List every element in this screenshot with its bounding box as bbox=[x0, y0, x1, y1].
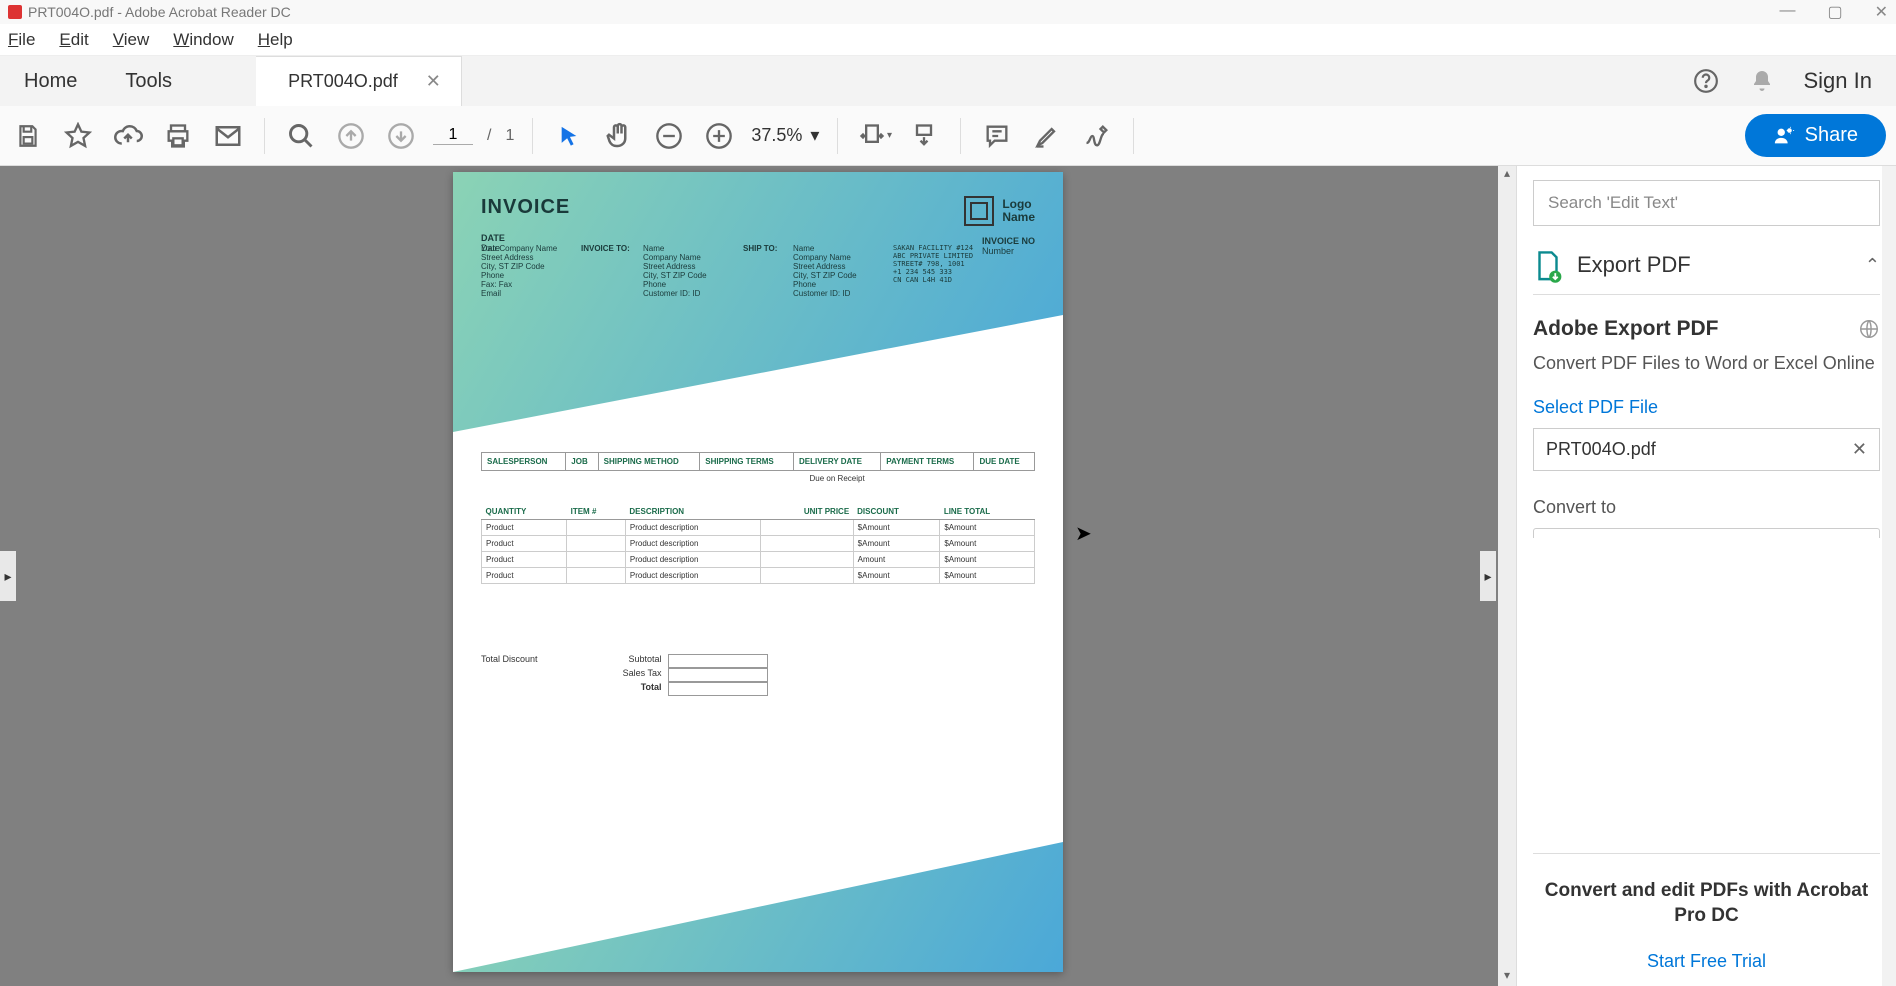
table-row: ProductProduct description$Amount$Amount bbox=[482, 536, 1035, 552]
page-down-icon[interactable] bbox=[383, 118, 419, 154]
table-row: ProductProduct description$Amount$Amount bbox=[482, 520, 1035, 536]
right-panel-toggle[interactable]: ▸ bbox=[1480, 551, 1496, 601]
logo-block: LogoName bbox=[964, 196, 1035, 226]
zoom-out-icon[interactable] bbox=[651, 118, 687, 154]
window-close-button[interactable]: ✕ bbox=[1875, 2, 1888, 22]
cursor-icon: ➤ bbox=[1075, 521, 1092, 546]
share-label: Share bbox=[1805, 124, 1858, 147]
clear-file-button[interactable]: ✕ bbox=[1852, 439, 1867, 460]
document-viewport[interactable]: ▸ ➤ INVOICE LogoName INVOICE NO Number D… bbox=[0, 166, 1516, 986]
page-current-input[interactable] bbox=[433, 126, 473, 145]
start-free-trial-link[interactable]: Start Free Trial bbox=[1533, 951, 1880, 972]
cloud-upload-icon[interactable] bbox=[110, 118, 146, 154]
save-icon[interactable] bbox=[10, 118, 46, 154]
selected-file-box[interactable]: PRT004O.pdf ✕ bbox=[1533, 428, 1880, 471]
section-title: Adobe Export PDF bbox=[1533, 317, 1858, 341]
menu-bar: File Edit View Window Help bbox=[0, 24, 1896, 56]
window-minimize-button[interactable]: — bbox=[1779, 2, 1795, 22]
export-pdf-title: Export PDF bbox=[1577, 252, 1851, 278]
scroll-down-icon[interactable]: ▾ bbox=[1498, 968, 1516, 986]
share-button[interactable]: Share bbox=[1745, 114, 1886, 157]
window-titlebar: PRT004O.pdf - Adobe Acrobat Reader DC — … bbox=[0, 0, 1896, 24]
section-description: Convert PDF Files to Word or Excel Onlin… bbox=[1533, 351, 1880, 375]
tab-file[interactable]: PRT004O.pdf ✕ bbox=[256, 56, 462, 106]
highlight-icon[interactable] bbox=[1029, 118, 1065, 154]
document-scrollbar[interactable]: ▴ ▾ bbox=[1498, 166, 1516, 986]
tab-tools[interactable]: Tools bbox=[101, 56, 196, 106]
print-icon[interactable] bbox=[160, 118, 196, 154]
window-title: PRT004O.pdf - Adobe Acrobat Reader DC bbox=[28, 4, 1779, 20]
star-icon[interactable] bbox=[60, 118, 96, 154]
tools-side-panel: Search 'Edit Text' Export PDF ⌃ Adobe Ex… bbox=[1516, 166, 1896, 986]
menu-window[interactable]: Window bbox=[173, 30, 233, 50]
total-discount-label: Total Discount bbox=[481, 654, 538, 696]
menu-help[interactable]: Help bbox=[258, 30, 293, 50]
select-file-label: Select PDF File bbox=[1533, 397, 1880, 418]
web-link-icon[interactable] bbox=[1858, 318, 1880, 340]
selected-file-name: PRT004O.pdf bbox=[1546, 439, 1852, 460]
convert-to-dropdown[interactable] bbox=[1533, 528, 1880, 538]
table-row: ProductProduct description$Amount$Amount bbox=[482, 568, 1035, 584]
chevron-up-icon: ⌃ bbox=[1865, 255, 1880, 276]
scroll-up-icon[interactable]: ▴ bbox=[1498, 166, 1516, 184]
help-icon[interactable] bbox=[1692, 67, 1720, 95]
invoice-no: INVOICE NO Number bbox=[982, 236, 1035, 256]
page-separator: / bbox=[487, 127, 491, 145]
side-block: SAKAN FACILITY #124 ABC PRIVATE LIMITED … bbox=[893, 244, 973, 284]
left-panel-toggle[interactable]: ▸ bbox=[0, 551, 16, 601]
logo-icon bbox=[964, 196, 994, 226]
selection-tool-icon[interactable] bbox=[551, 118, 587, 154]
sign-icon[interactable] bbox=[1079, 118, 1115, 154]
window-maximize-button[interactable]: ▢ bbox=[1827, 2, 1842, 22]
page-total: 1 bbox=[505, 127, 514, 145]
fit-width-icon[interactable]: ▾ bbox=[856, 118, 892, 154]
tab-file-label: PRT004O.pdf bbox=[288, 71, 398, 92]
export-pdf-icon bbox=[1533, 250, 1563, 280]
page-footer-decoration bbox=[453, 842, 1063, 972]
search-tools-input[interactable]: Search 'Edit Text' bbox=[1533, 180, 1880, 226]
promo-block: Convert and edit PDFs with Acrobat Pro D… bbox=[1533, 853, 1880, 972]
page-up-icon[interactable] bbox=[333, 118, 369, 154]
convert-to-label: Convert to bbox=[1533, 497, 1880, 518]
invoice-to-block: Name Company Name Street Address City, S… bbox=[643, 244, 707, 298]
email-icon[interactable] bbox=[210, 118, 246, 154]
sign-in-button[interactable]: Sign In bbox=[1804, 68, 1873, 94]
comment-icon[interactable] bbox=[979, 118, 1015, 154]
export-pdf-section-toggle[interactable]: Export PDF ⌃ bbox=[1533, 250, 1880, 295]
search-icon[interactable] bbox=[283, 118, 319, 154]
document-title: INVOICE bbox=[481, 196, 1035, 219]
table-row: ProductProduct descriptionAmount$Amount bbox=[482, 552, 1035, 568]
hand-tool-icon[interactable] bbox=[601, 118, 637, 154]
ship-to-label: SHIP TO: bbox=[743, 244, 777, 253]
line-items-table: QUANTITY ITEM # DESCRIPTION UNIT PRICE D… bbox=[481, 504, 1035, 584]
invoice-to-label: INVOICE TO: bbox=[581, 244, 630, 253]
date-label: DATE bbox=[481, 233, 1035, 243]
scroll-mode-icon[interactable] bbox=[906, 118, 942, 154]
zoom-level-label: 37.5% bbox=[751, 125, 802, 146]
order-info-table: SALESPERSON JOB SHIPPING METHOD SHIPPING… bbox=[481, 452, 1035, 486]
menu-view[interactable]: View bbox=[113, 30, 150, 50]
notifications-icon[interactable] bbox=[1748, 67, 1776, 95]
zoom-level-dropdown[interactable]: 37.5% ▾ bbox=[751, 125, 819, 146]
tab-bar: Home Tools PRT004O.pdf ✕ Sign In bbox=[0, 56, 1896, 106]
pdf-page: INVOICE LogoName INVOICE NO Number DATE … bbox=[453, 172, 1063, 972]
app-icon bbox=[8, 5, 22, 19]
tab-close-button[interactable]: ✕ bbox=[426, 71, 441, 92]
tab-home[interactable]: Home bbox=[0, 56, 101, 106]
menu-edit[interactable]: Edit bbox=[59, 30, 88, 50]
from-block: Your Company Name Street Address City, S… bbox=[481, 244, 557, 298]
logo-name: LogoName bbox=[1002, 198, 1035, 224]
menu-file[interactable]: File bbox=[8, 30, 35, 50]
totals-block: Total Discount Subtotal Sales Tax Total bbox=[481, 654, 1035, 696]
sidepanel-scrollbar[interactable] bbox=[1882, 166, 1896, 986]
ship-to-block: Name Company Name Street Address City, S… bbox=[793, 244, 857, 298]
zoom-in-icon[interactable] bbox=[701, 118, 737, 154]
chevron-down-icon: ▾ bbox=[810, 125, 819, 146]
work-area: ▸ ➤ INVOICE LogoName INVOICE NO Number D… bbox=[0, 166, 1896, 986]
promo-text: Convert and edit PDFs with Acrobat Pro D… bbox=[1533, 878, 1880, 929]
toolbar: / 1 37.5% ▾ ▾ Share bbox=[0, 106, 1896, 166]
